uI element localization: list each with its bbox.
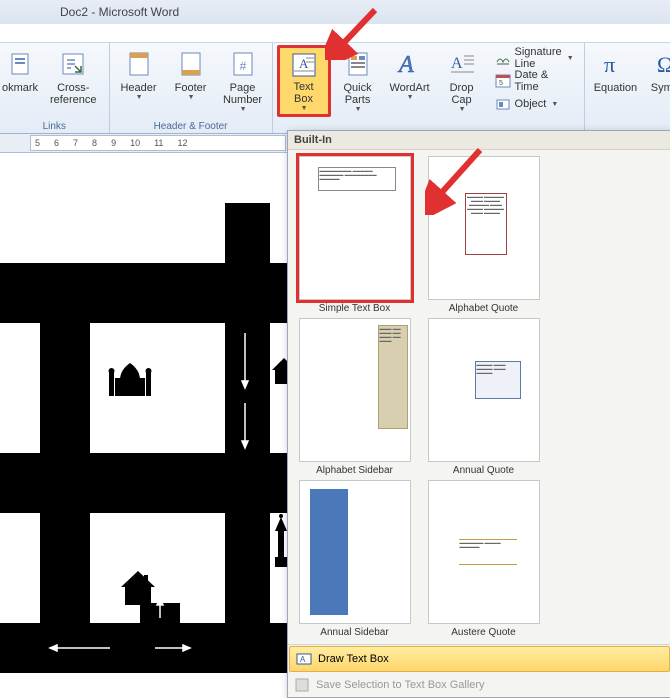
date-time-icon: 5 bbox=[495, 73, 511, 89]
wordart-label: WordArt bbox=[389, 82, 429, 94]
page-number-button[interactable]: # Page Number ▼ bbox=[218, 45, 268, 117]
drop-cap-button[interactable]: A Drop Cap ▼ bbox=[437, 45, 487, 117]
save-selection-menu: Save Selection to Text Box Gallery bbox=[288, 673, 670, 697]
object-icon bbox=[495, 96, 511, 112]
footer-label: Footer bbox=[175, 82, 207, 94]
gallery-label: Annual Quote bbox=[453, 465, 514, 476]
equation-label: Equation bbox=[594, 82, 637, 94]
window-title: Doc2 - Microsoft Word bbox=[60, 5, 179, 19]
header-button[interactable]: Header ▼ bbox=[114, 45, 164, 117]
text-box-label: Text Box bbox=[293, 81, 313, 105]
svg-text:A: A bbox=[397, 52, 414, 78]
chevron-down-icon: ▼ bbox=[551, 101, 558, 108]
drop-cap-label: Drop Cap bbox=[450, 82, 474, 106]
chevron-down-icon: ▼ bbox=[567, 55, 574, 62]
chevron-down-icon: ▼ bbox=[240, 106, 247, 113]
group-symbols: π Equation Ω Symbol bbox=[585, 43, 670, 133]
save-selection-label: Save Selection to Text Box Gallery bbox=[316, 679, 485, 691]
gallery-item-annual-sidebar[interactable]: Annual Sidebar bbox=[290, 478, 419, 640]
equation-icon: π bbox=[599, 48, 631, 80]
group-links: okmark Cross-reference Links bbox=[0, 43, 110, 133]
svg-text:π: π bbox=[604, 52, 615, 77]
gallery-label: Simple Text Box bbox=[319, 303, 391, 314]
bookmark-icon bbox=[4, 48, 36, 80]
text-box-button[interactable]: A Text Box ▼ bbox=[277, 45, 331, 117]
gallery-label: Annual Sidebar bbox=[320, 627, 388, 638]
draw-text-box-label: Draw Text Box bbox=[318, 653, 389, 665]
chevron-down-icon: ▼ bbox=[136, 94, 143, 101]
bookmark-button[interactable]: okmark bbox=[0, 45, 40, 117]
quick-parts-label: Quick Parts bbox=[343, 82, 371, 106]
thumb-alpha-s: ▬▬▬ ▬▬ ▬▬▬ ▬▬ ▬▬▬ ▬▬ ▬▬▬ bbox=[299, 318, 411, 462]
wordart-button[interactable]: A WordArt ▼ bbox=[385, 45, 435, 117]
date-time-button[interactable]: 5 Date & Time bbox=[493, 70, 576, 92]
footer-icon bbox=[175, 48, 207, 80]
thumb-ann-q: ▬▬▬▬ ▬▬▬ ▬▬▬▬ ▬▬▬ ▬▬▬▬ bbox=[428, 318, 540, 462]
gallery-footer: A Draw Text Box Save Selection to Text B… bbox=[288, 644, 670, 697]
svg-text:A: A bbox=[300, 655, 306, 664]
gallery-label: Alphabet Sidebar bbox=[316, 465, 393, 476]
bookmark-label: okmark bbox=[2, 82, 38, 94]
crossref-label: Cross-reference bbox=[47, 82, 100, 106]
gallery-label: Austere Quote bbox=[451, 627, 515, 638]
gallery-item-austere-quote[interactable]: ▬▬▬▬▬▬ ▬▬▬▬ ▬▬▬▬▬ Austere Quote bbox=[419, 478, 548, 640]
text-box-gallery: Built-In ▬▬▬▬▬▬▬▬ ▬▬▬▬▬ ▬▬▬▬▬▬ ▬▬▬▬▬▬▬▬ … bbox=[287, 130, 670, 698]
header-icon bbox=[123, 48, 155, 80]
ruler-scale: 5 6 7 8 9 10 11 12 bbox=[30, 135, 286, 151]
group-links-label: Links bbox=[0, 121, 109, 132]
wordart-icon: A bbox=[394, 48, 426, 80]
annotation-arrow-2 bbox=[425, 145, 495, 215]
header-label: Header bbox=[120, 82, 156, 94]
gallery-item-alphabet-sidebar[interactable]: ▬▬▬ ▬▬ ▬▬▬ ▬▬ ▬▬▬ ▬▬ ▬▬▬ Alphabet Sideba… bbox=[290, 316, 419, 478]
gallery-label: Alphabet Quote bbox=[449, 303, 519, 314]
crossref-button[interactable]: Cross-reference bbox=[42, 45, 105, 117]
chevron-down-icon: ▼ bbox=[407, 94, 414, 101]
group-hf-label: Header & Footer bbox=[110, 121, 272, 132]
symbol-icon: Ω bbox=[653, 48, 670, 80]
symbol-label: Symbol bbox=[651, 82, 670, 94]
group-text: A Text Box ▼ Quick Parts ▼ A WordArt ▼ bbox=[273, 43, 585, 133]
text-small-column: Signature Line ▼ 5 Date & Time Object ▼ bbox=[489, 45, 580, 117]
equation-button[interactable]: π Equation bbox=[589, 45, 642, 117]
svg-text:A: A bbox=[451, 55, 463, 72]
draw-text-box-icon: A bbox=[296, 651, 312, 667]
road-map-drawing bbox=[0, 203, 295, 663]
chevron-down-icon: ▼ bbox=[355, 106, 362, 113]
chevron-down-icon: ▼ bbox=[301, 105, 308, 112]
drop-cap-icon: A bbox=[446, 48, 478, 80]
gallery-item-annual-quote[interactable]: ▬▬▬▬ ▬▬▬ ▬▬▬▬ ▬▬▬ ▬▬▬▬ Annual Quote bbox=[419, 316, 548, 478]
page-number-icon: # bbox=[227, 48, 259, 80]
signature-icon bbox=[495, 50, 511, 66]
svg-text:#: # bbox=[239, 59, 246, 73]
group-header-footer: Header ▼ Footer ▼ # Page Number ▼ Header… bbox=[110, 43, 273, 133]
text-box-icon: A bbox=[288, 50, 320, 79]
svg-text:5: 5 bbox=[499, 80, 503, 87]
chevron-down-icon: ▼ bbox=[188, 94, 195, 101]
page bbox=[0, 153, 296, 673]
object-button[interactable]: Object ▼ bbox=[493, 93, 576, 115]
svg-text:Ω: Ω bbox=[657, 52, 670, 77]
signature-line-button[interactable]: Signature Line ▼ bbox=[493, 47, 576, 69]
gallery-grid: ▬▬▬▬▬▬▬▬ ▬▬▬▬▬ ▬▬▬▬▬▬ ▬▬▬▬▬▬▬▬ ▬▬▬▬▬ Sim… bbox=[288, 150, 670, 644]
thumb-ann-s bbox=[299, 480, 411, 624]
draw-text-box-menu[interactable]: A Draw Text Box bbox=[289, 646, 670, 672]
page-number-label: Page Number bbox=[223, 82, 262, 106]
thumb-aus-q: ▬▬▬▬▬▬ ▬▬▬▬ ▬▬▬▬▬ bbox=[428, 480, 540, 624]
save-selection-icon bbox=[294, 677, 310, 693]
crossref-icon bbox=[57, 48, 89, 80]
chevron-down-icon: ▼ bbox=[459, 106, 466, 113]
thumb-simple: ▬▬▬▬▬▬▬▬ ▬▬▬▬▬ ▬▬▬▬▬▬ ▬▬▬▬▬▬▬▬ ▬▬▬▬▬ bbox=[299, 156, 411, 300]
annotation-arrow-1 bbox=[325, 5, 385, 60]
footer-button[interactable]: Footer ▼ bbox=[166, 45, 216, 117]
symbol-button[interactable]: Ω Symbol bbox=[644, 45, 670, 117]
signature-label: Signature Line bbox=[515, 46, 562, 70]
object-label: Object bbox=[515, 98, 547, 110]
date-time-label: Date & Time bbox=[515, 69, 574, 93]
gallery-item-simple[interactable]: ▬▬▬▬▬▬▬▬ ▬▬▬▬▬ ▬▬▬▬▬▬ ▬▬▬▬▬▬▬▬ ▬▬▬▬▬ Sim… bbox=[290, 154, 419, 316]
